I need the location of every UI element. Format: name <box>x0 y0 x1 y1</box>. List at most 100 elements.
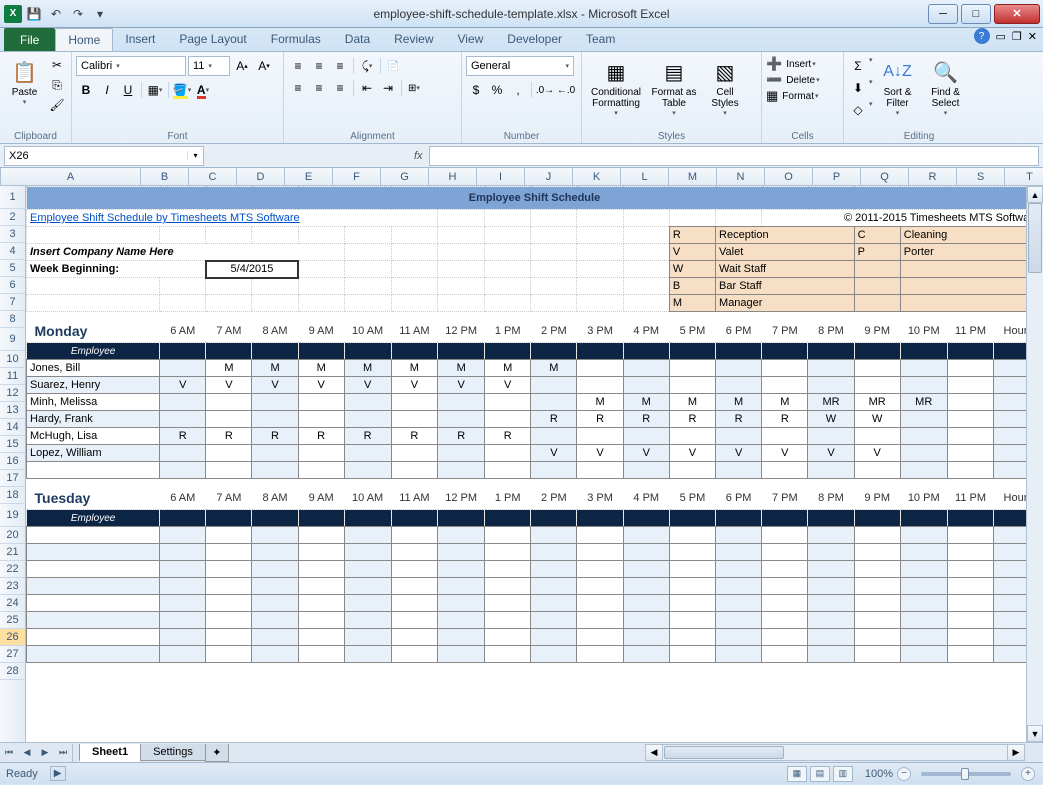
tab-view[interactable]: View <box>446 28 496 51</box>
qat-customize[interactable]: ▾ <box>90 4 110 24</box>
col-header-S[interactable]: S <box>957 168 1005 185</box>
next-sheet-button[interactable]: ▶ <box>36 744 54 762</box>
vertical-scrollbar[interactable]: ▲ ▼ <box>1026 186 1043 742</box>
sheet-tab-settings[interactable]: Settings <box>140 744 206 761</box>
sheet-tab-sheet1[interactable]: Sheet1 <box>79 744 141 762</box>
undo-button[interactable]: ↶ <box>46 4 66 24</box>
row-header-24[interactable]: 24 <box>0 595 25 612</box>
row-header-26[interactable]: 26 <box>0 629 25 646</box>
cells-area[interactable]: Employee Shift ScheduleEmployee Shift Sc… <box>26 186 1043 742</box>
tab-review[interactable]: Review <box>382 28 445 51</box>
col-header-R[interactable]: R <box>909 168 957 185</box>
cut-button[interactable]: ✂ <box>47 56 67 74</box>
help-icon[interactable]: ? <box>974 28 990 44</box>
bold-button[interactable]: B <box>76 80 96 100</box>
col-header-E[interactable]: E <box>285 168 333 185</box>
col-header-O[interactable]: O <box>765 168 813 185</box>
row-header-21[interactable]: 21 <box>0 544 25 561</box>
tab-developer[interactable]: Developer <box>495 28 574 51</box>
row-header-16[interactable]: 16 <box>0 453 25 470</box>
increase-indent-button[interactable]: ⇥ <box>378 78 398 98</box>
col-header-A[interactable]: A <box>1 168 141 185</box>
clear-button[interactable]: ◇ <box>848 100 868 120</box>
row-header-20[interactable]: 20 <box>0 527 25 544</box>
delete-cells-button[interactable]: Delete <box>783 75 815 86</box>
row-header-13[interactable]: 13 <box>0 402 25 419</box>
row-header-6[interactable]: 6 <box>0 277 25 294</box>
row-header-14[interactable]: 14 <box>0 419 25 436</box>
spreadsheet-grid[interactable]: ABCDEFGHIJKLMNOPQRST 1234567891011121314… <box>0 168 1043 742</box>
minimize-button[interactable]: ─ <box>928 4 958 24</box>
wrap-text-button[interactable]: 📄 <box>384 56 402 76</box>
col-header-C[interactable]: C <box>189 168 237 185</box>
scroll-left-button[interactable]: ◀ <box>646 745 663 760</box>
align-center-button[interactable]: ≡ <box>309 78 329 98</box>
save-button[interactable]: 💾 <box>24 4 44 24</box>
tab-insert[interactable]: Insert <box>113 28 167 51</box>
restore-window-icon[interactable]: ❐ <box>1012 30 1022 43</box>
font-size-combo[interactable]: 11▾ <box>188 56 230 76</box>
tab-data[interactable]: Data <box>333 28 382 51</box>
col-header-J[interactable]: J <box>525 168 573 185</box>
row-header-2[interactable]: 2 <box>0 209 25 226</box>
zoom-out-button[interactable]: − <box>897 767 911 781</box>
format-cells-button[interactable]: Format <box>779 91 814 102</box>
shrink-font-button[interactable]: A▾ <box>254 56 274 76</box>
row-header-25[interactable]: 25 <box>0 612 25 629</box>
row-header-11[interactable]: 11 <box>0 368 25 385</box>
paste-button[interactable]: 📋 Paste ▾ <box>4 56 45 108</box>
scroll-thumb-vertical[interactable] <box>1028 203 1042 273</box>
close-button[interactable]: ✕ <box>994 4 1040 24</box>
col-header-H[interactable]: H <box>429 168 477 185</box>
maximize-button[interactable]: □ <box>961 4 991 24</box>
conditional-formatting-button[interactable]: ▦ Conditional Formatting▾ <box>586 56 646 119</box>
fill-button[interactable]: ⬇ <box>848 78 868 98</box>
row-header-23[interactable]: 23 <box>0 578 25 595</box>
row-header-9[interactable]: 9 <box>0 328 25 351</box>
scroll-right-button[interactable]: ▶ <box>1007 745 1024 760</box>
minimize-ribbon-icon[interactable]: ▭ <box>996 30 1006 43</box>
col-header-N[interactable]: N <box>717 168 765 185</box>
col-header-P[interactable]: P <box>813 168 861 185</box>
zoom-slider[interactable] <box>921 772 1011 776</box>
scroll-up-button[interactable]: ▲ <box>1027 186 1043 203</box>
border-button[interactable]: ▦▾ <box>145 80 165 100</box>
scroll-thumb-horizontal[interactable] <box>664 746 784 759</box>
grow-font-button[interactable]: A▴ <box>232 56 252 76</box>
first-sheet-button[interactable]: ⏮ <box>0 744 18 762</box>
page-layout-view-button[interactable]: ▤ <box>810 766 830 782</box>
row-header-17[interactable]: 17 <box>0 470 25 487</box>
col-header-Q[interactable]: Q <box>861 168 909 185</box>
horizontal-scrollbar[interactable]: ◀ ▶ <box>645 744 1025 761</box>
format-as-table-button[interactable]: ▤ Format as Table▾ <box>648 56 700 119</box>
insert-cells-button[interactable]: Insert <box>783 59 811 70</box>
number-format-combo[interactable]: General▾ <box>466 56 574 76</box>
row-header-3[interactable]: 3 <box>0 226 25 243</box>
fill-color-button[interactable]: 🪣▾ <box>172 80 192 100</box>
last-sheet-button[interactable]: ⏭ <box>54 744 72 762</box>
normal-view-button[interactable]: ▦ <box>787 766 807 782</box>
row-header-1[interactable]: 1 <box>0 186 25 209</box>
prev-sheet-button[interactable]: ◀ <box>18 744 36 762</box>
file-tab[interactable]: File <box>4 28 55 51</box>
autosum-button[interactable]: Σ <box>848 56 868 76</box>
tab-team[interactable]: Team <box>574 28 627 51</box>
col-header-M[interactable]: M <box>669 168 717 185</box>
row-header-22[interactable]: 22 <box>0 561 25 578</box>
sort-filter-button[interactable]: A↓Z Sort & Filter▾ <box>875 56 921 119</box>
align-top-button[interactable]: ≡ <box>288 56 308 76</box>
macro-record-icon[interactable]: ▶ <box>50 766 66 781</box>
format-painter-button[interactable]: 🖌 <box>47 96 67 114</box>
row-header-5[interactable]: 5 <box>0 260 25 277</box>
tab-home[interactable]: Home <box>55 28 113 51</box>
align-bottom-button[interactable]: ≡ <box>330 56 350 76</box>
scroll-down-button[interactable]: ▼ <box>1027 725 1043 742</box>
col-header-K[interactable]: K <box>573 168 621 185</box>
col-header-F[interactable]: F <box>333 168 381 185</box>
new-sheet-button[interactable]: ✦ <box>205 744 229 762</box>
font-color-button[interactable]: A▾ <box>193 80 213 100</box>
col-header-T[interactable]: T <box>1005 168 1043 185</box>
zoom-in-button[interactable]: + <box>1021 767 1035 781</box>
increase-decimal-button[interactable]: .0→ <box>535 80 555 100</box>
name-box[interactable]: X26 ▾ <box>4 146 204 166</box>
